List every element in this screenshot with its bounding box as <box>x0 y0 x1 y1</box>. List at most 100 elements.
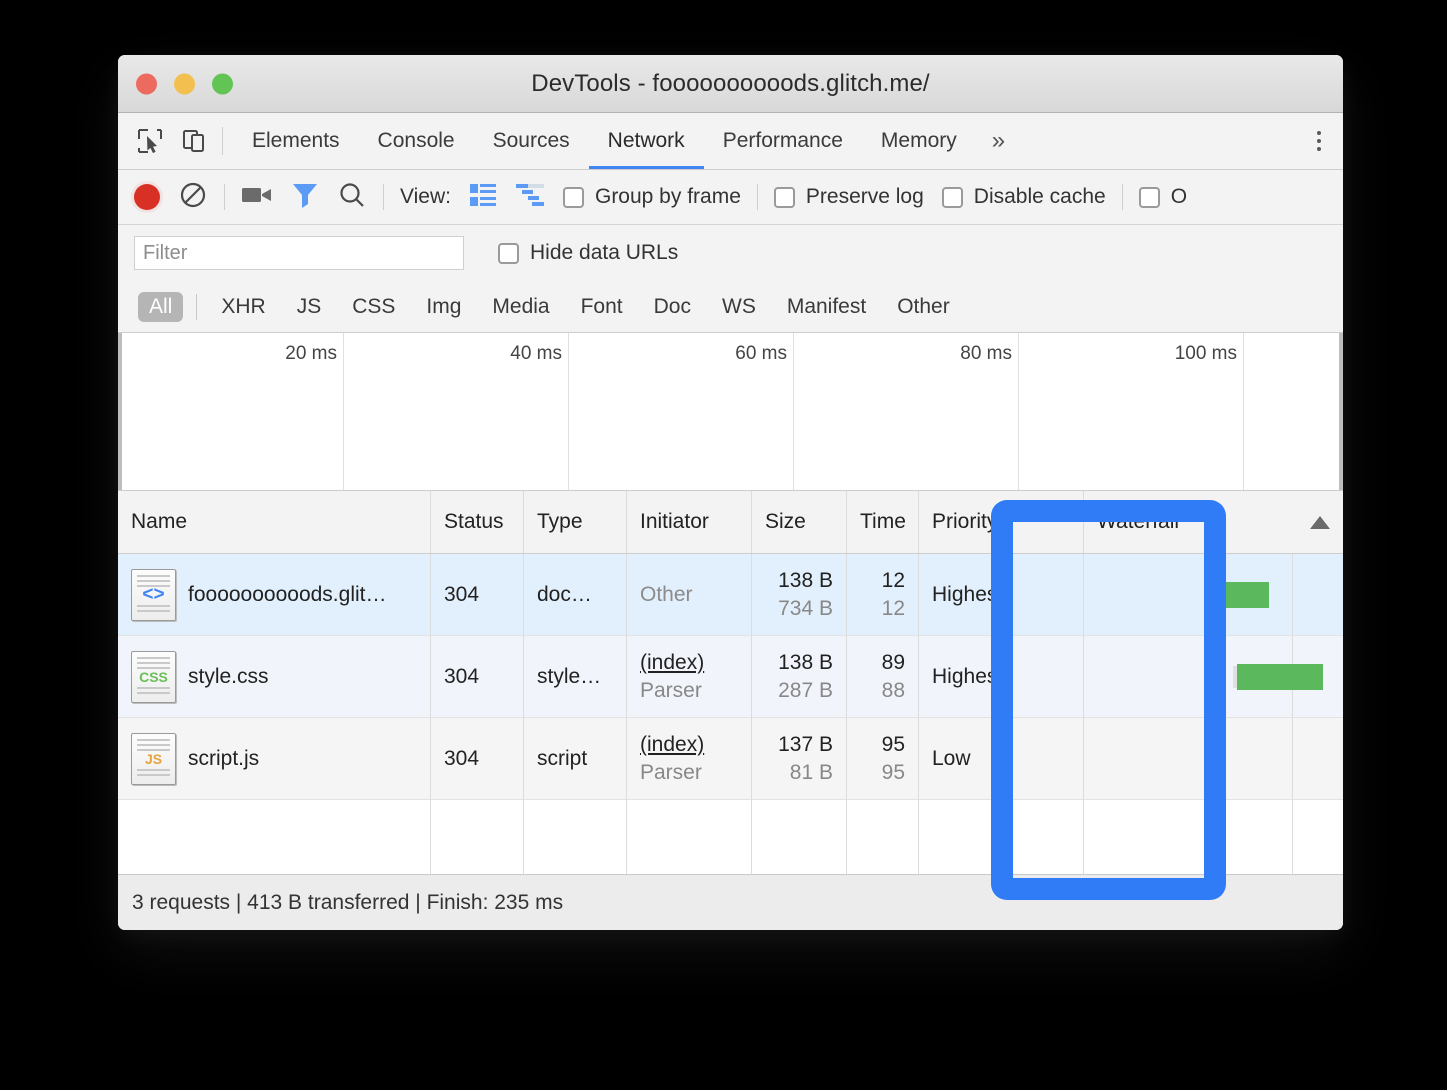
tab-performance[interactable]: Performance <box>704 113 862 169</box>
cell-type: style… <box>524 636 627 718</box>
device-toolbar-icon[interactable] <box>179 126 209 156</box>
view-label: View: <box>400 185 451 208</box>
table-row[interactable]: <> foooooooooods.glit… 304 doc… Other 13… <box>118 554 1343 636</box>
table-row[interactable]: CSS style.css 304 style… (index) Parser … <box>118 636 1343 718</box>
list-view-icon[interactable] <box>469 182 497 213</box>
html-file-icon: <> <box>131 568 176 621</box>
type-filter-img[interactable]: Img <box>415 292 472 322</box>
checkbox-box <box>1138 186 1160 208</box>
request-name: style.css <box>188 664 269 688</box>
cell-type: script <box>524 718 627 800</box>
close-button[interactable] <box>136 73 157 94</box>
more-tabs-chevron-icon[interactable]: » <box>976 113 1021 169</box>
table-row[interactable]: JS script.js 304 script (index) Parser 1… <box>118 718 1343 800</box>
ruler-line <box>793 333 794 490</box>
clear-icon[interactable] <box>178 180 208 215</box>
timeline-overview[interactable]: 20 ms 40 ms 60 ms 80 ms 100 ms <box>118 333 1343 491</box>
column-header-waterfall[interactable]: Waterfall <box>1084 491 1343 553</box>
tabbar-right-group <box>1298 113 1343 169</box>
checkbox-box <box>498 242 519 264</box>
column-header-initiator[interactable]: Initiator <box>627 491 752 553</box>
time-total: 12 <box>881 568 905 592</box>
kebab-menu-icon[interactable] <box>1299 131 1343 151</box>
type-filter-media[interactable]: Media <box>481 292 560 322</box>
initiator-kind: Parser <box>640 760 702 784</box>
offline-checkbox[interactable]: O <box>1138 185 1188 209</box>
cell-size: 138 B 287 B <box>752 636 847 718</box>
type-filter-ws[interactable]: WS <box>711 292 767 322</box>
waterfall-bar <box>1220 581 1270 608</box>
search-icon[interactable] <box>337 180 367 215</box>
size-resource: 81 B <box>789 760 833 784</box>
minimize-button[interactable] <box>174 73 195 94</box>
filter-input[interactable] <box>134 236 464 270</box>
cell-priority: Low <box>919 718 1084 800</box>
filter-icon[interactable] <box>291 180 319 215</box>
type-filter-xhr[interactable]: XHR <box>210 292 276 322</box>
file-icon-badge: JS <box>144 750 163 767</box>
group-by-frame-checkbox[interactable]: Group by frame <box>562 185 741 209</box>
zoom-button[interactable] <box>212 73 233 94</box>
ruler-line <box>1018 333 1019 490</box>
column-header-name[interactable]: Name <box>118 491 431 553</box>
toolbar-divider-1 <box>224 184 225 210</box>
tab-sources[interactable]: Sources <box>474 113 589 169</box>
cell-size: 137 B 81 B <box>752 718 847 800</box>
type-filter-font[interactable]: Font <box>570 292 634 322</box>
size-transferred: 137 B <box>778 732 833 756</box>
type-filter-manifest[interactable]: Manifest <box>776 292 877 322</box>
tab-console[interactable]: Console <box>359 113 474 169</box>
column-header-time[interactable]: Time <box>847 491 919 553</box>
tab-memory[interactable]: Memory <box>862 113 976 169</box>
camera-icon[interactable] <box>241 183 273 212</box>
type-filter-js[interactable]: JS <box>286 292 333 322</box>
type-filter-other[interactable]: Other <box>886 292 961 322</box>
hide-data-urls-checkbox[interactable]: Hide data URLs <box>498 241 678 265</box>
checkbox-box <box>562 186 584 208</box>
type-filter-css[interactable]: CSS <box>341 292 406 322</box>
record-icon[interactable] <box>134 184 160 210</box>
cell-name: CSS style.css <box>118 636 431 718</box>
cell-waterfall <box>1084 554 1343 636</box>
offline-label: O <box>1170 185 1188 208</box>
window-title: DevTools - foooooooooods.glitch.me/ <box>531 69 930 97</box>
waterfall-view-icon[interactable] <box>515 182 545 213</box>
waterfall-gridline <box>1292 554 1293 635</box>
type-filter-doc[interactable]: Doc <box>643 292 702 322</box>
disable-cache-label: Disable cache <box>973 185 1106 208</box>
initiator-link[interactable]: (index) <box>640 733 738 757</box>
tab-elements[interactable]: Elements <box>233 113 359 169</box>
preserve-log-checkbox[interactable]: Preserve log <box>773 185 924 209</box>
overview-right-handle[interactable] <box>1339 333 1343 490</box>
toolbar-divider-4 <box>1121 184 1123 210</box>
initiator-kind: Parser <box>640 678 702 702</box>
cell-time: 89 88 <box>847 636 919 718</box>
ruler-line <box>343 333 344 490</box>
status-bar: 3 requests | 413 B transferred | Finish:… <box>118 874 1343 930</box>
type-filter-all[interactable]: All <box>138 291 184 322</box>
size-resource: 287 B <box>778 678 833 702</box>
cell-name: JS script.js <box>118 718 431 800</box>
request-name: foooooooooods.glit… <box>188 582 387 606</box>
cell-status: 304 <box>431 554 524 636</box>
column-header-status[interactable]: Status <box>431 491 524 553</box>
toolbar-divider-3 <box>756 184 758 210</box>
cell-waterfall <box>1084 718 1343 800</box>
inspect-element-icon[interactable] <box>135 126 165 156</box>
hide-data-urls-label: Hide data URLs <box>530 241 679 264</box>
column-header-type[interactable]: Type <box>524 491 627 553</box>
size-resource: 734 B <box>778 596 833 620</box>
disable-cache-checkbox[interactable]: Disable cache <box>941 185 1106 209</box>
sort-ascending-icon[interactable] <box>1310 515 1330 529</box>
column-header-priority[interactable]: Priority <box>919 491 1084 553</box>
overview-left-handle[interactable] <box>118 333 122 490</box>
preserve-log-label: Preserve log <box>805 185 924 208</box>
size-transferred: 138 B <box>778 650 833 674</box>
cell-initiator: Other <box>627 554 752 636</box>
group-by-frame-label: Group by frame <box>594 185 741 208</box>
initiator-link[interactable]: (index) <box>640 651 738 675</box>
column-header-waterfall-label: Waterfall <box>1097 510 1180 533</box>
column-header-size[interactable]: Size <box>752 491 847 553</box>
tab-network[interactable]: Network <box>588 113 704 169</box>
cell-waterfall <box>1084 636 1343 718</box>
